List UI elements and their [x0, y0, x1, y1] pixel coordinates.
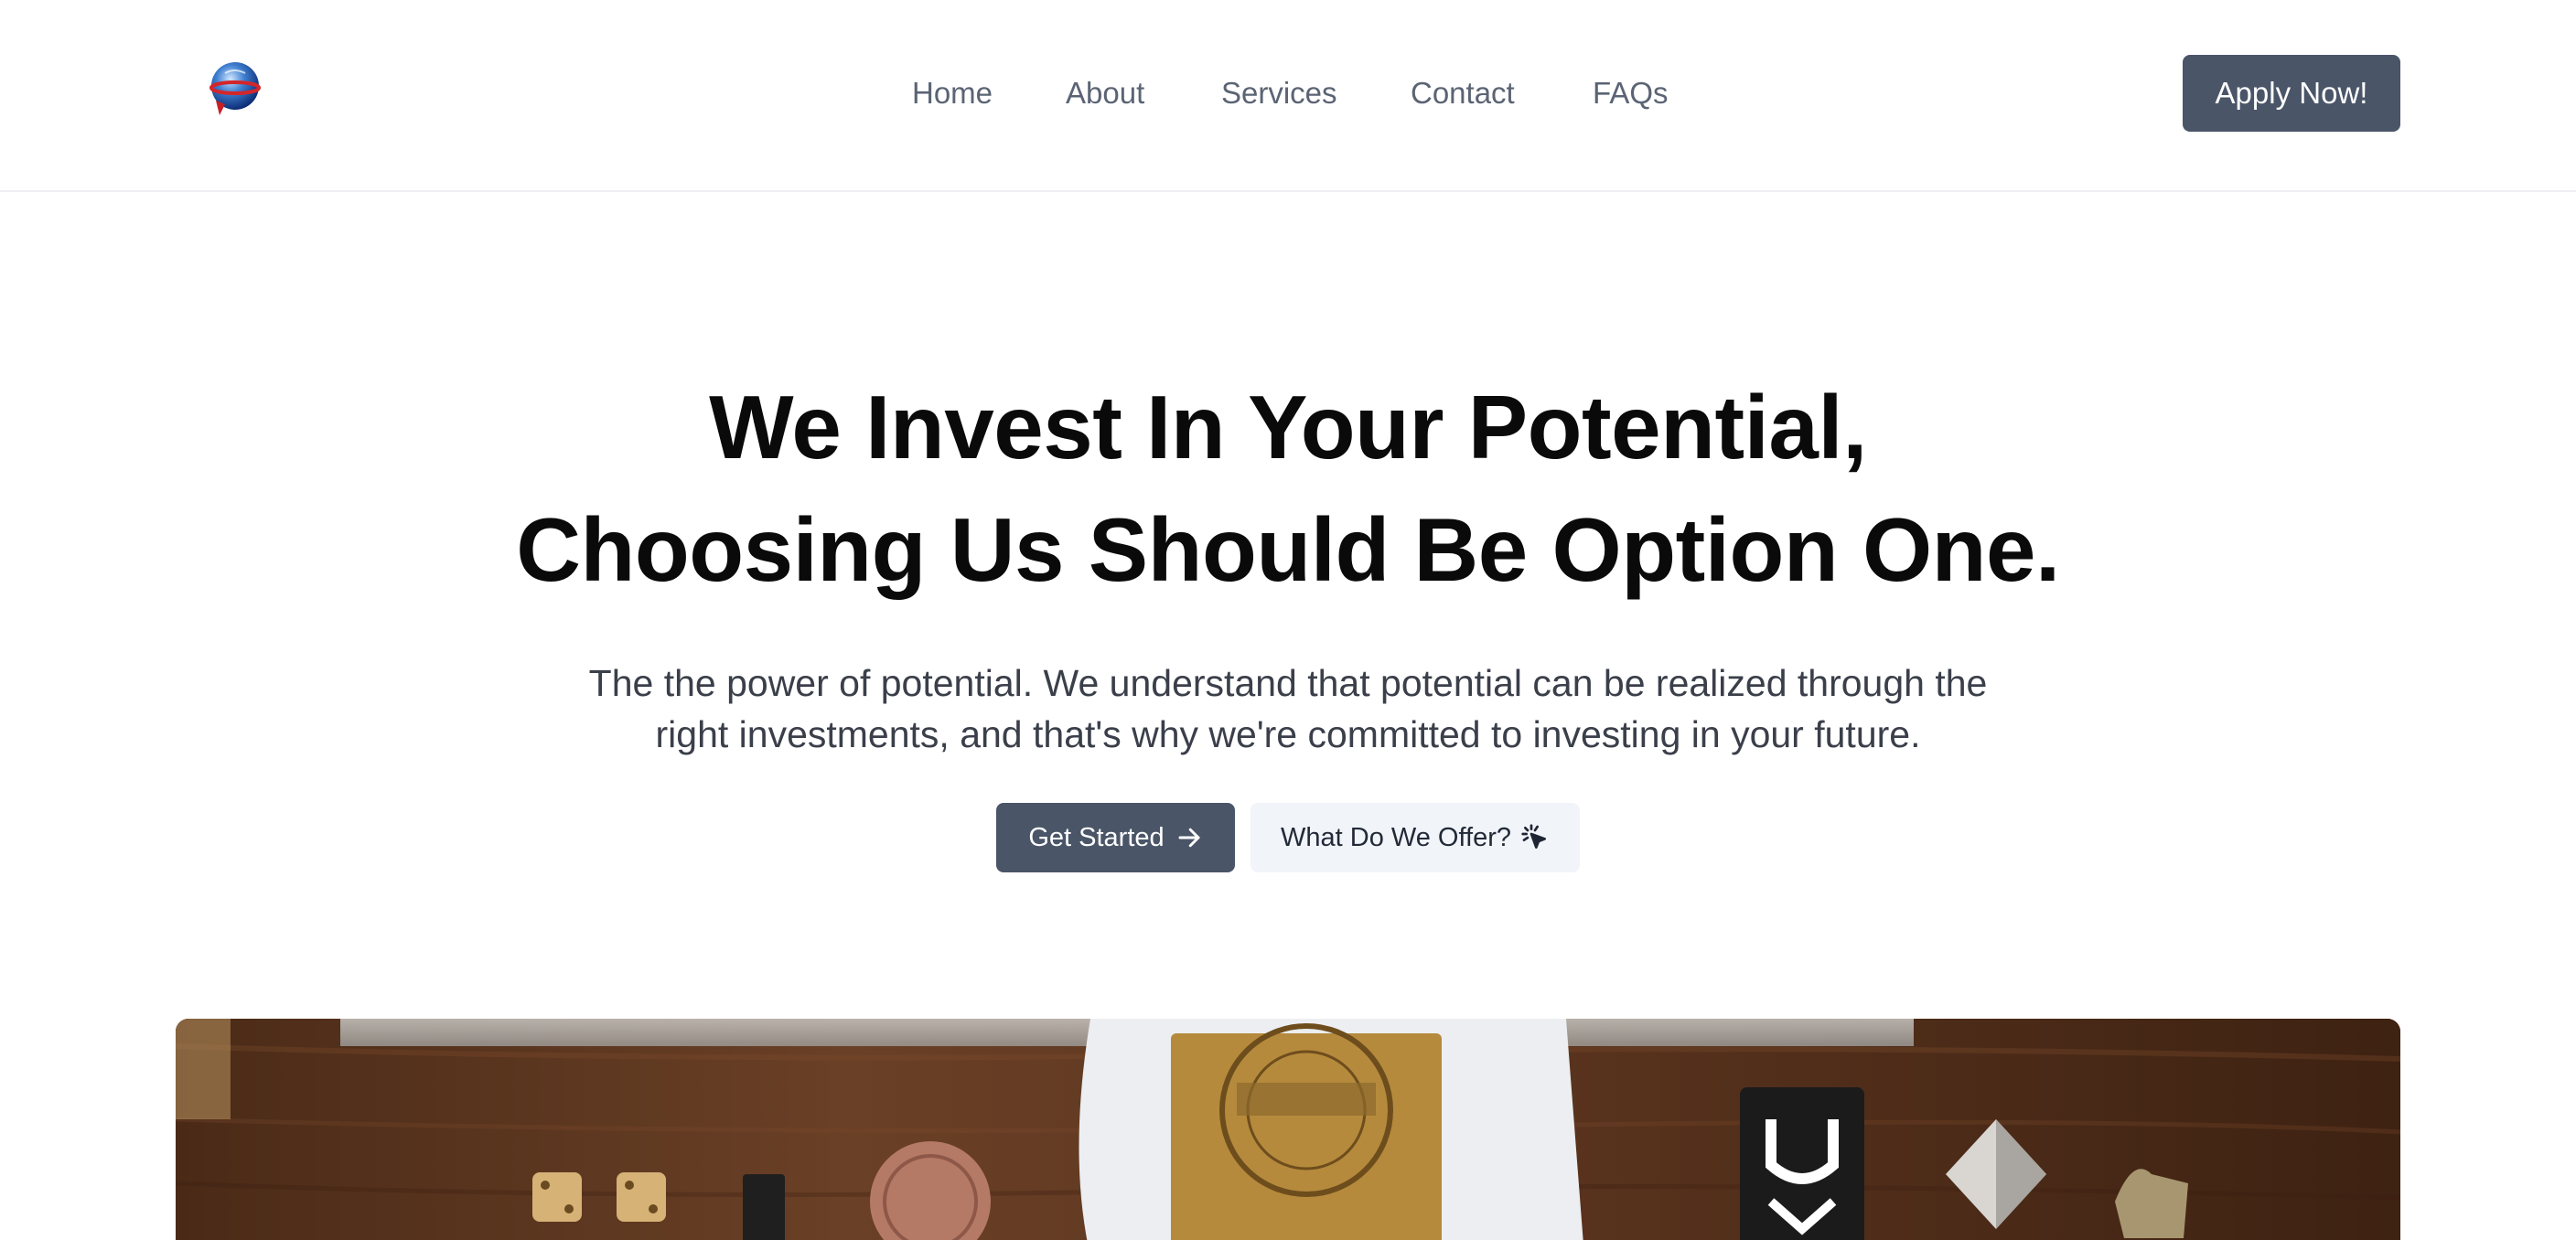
what-do-we-offer-button[interactable]: What Do We Offer? [1250, 803, 1580, 872]
cursor-click-icon [1520, 823, 1550, 852]
desk-items-photo [176, 1019, 2400, 1240]
get-started-label: Get Started [1028, 822, 1165, 852]
nav-about[interactable]: About [1066, 71, 1144, 115]
nav-home[interactable]: Home [912, 71, 993, 115]
nav-contact[interactable]: Contact [1411, 71, 1515, 115]
hero-subtitle-line2: right investments, and that's why we're … [655, 713, 1921, 755]
get-started-button[interactable]: Get Started [996, 803, 1235, 872]
hero-title-line1: We Invest In Your Potential, [709, 377, 1867, 477]
hero-title-line2: Choosing Us Should Be Option One. [516, 499, 2060, 600]
site-header: Home About Services Contact FAQs Apply N… [0, 0, 2576, 192]
apply-now-button[interactable]: Apply Now! [2183, 55, 2400, 132]
what-do-we-offer-label: What Do We Offer? [1281, 822, 1511, 852]
hero-subtitle-line1: The the power of potential. We understan… [588, 662, 1988, 704]
arrow-right-icon [1175, 824, 1203, 851]
nav-faqs[interactable]: FAQs [1593, 71, 1669, 115]
nav-services[interactable]: Services [1221, 71, 1337, 115]
